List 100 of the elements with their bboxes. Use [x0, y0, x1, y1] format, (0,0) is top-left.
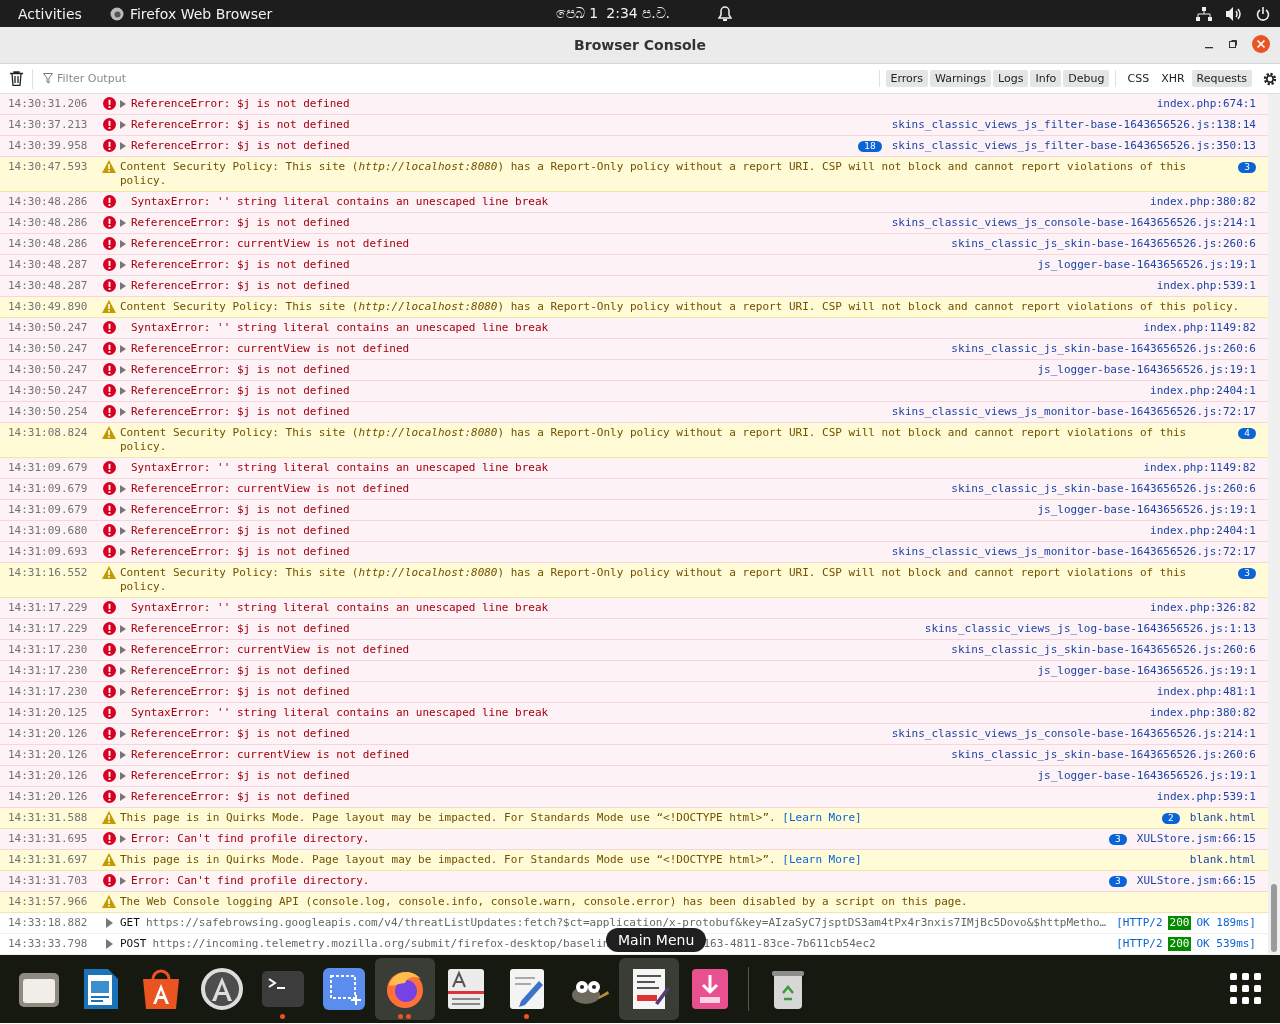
source-link[interactable]: js_logger-base-1643656526.js:19:1 [1037, 766, 1256, 786]
clock-date[interactable]: පෙබ 1 [555, 5, 599, 22]
expand-icon[interactable] [120, 506, 126, 514]
expand-icon[interactable] [120, 835, 126, 843]
source-link[interactable]: js_logger-base-1643656526.js:19:1 [1037, 500, 1256, 520]
source-link[interactable]: skins_classic_views_js_console-base-1643656526.js:214:1 [891, 213, 1256, 233]
volume-icon[interactable] [1226, 6, 1242, 21]
source-link[interactable]: skins_classic_js_skin-base-1643656526.js:260:6 [951, 745, 1256, 765]
source-link[interactable]: index.php:481:1 [1156, 682, 1256, 702]
repeat-count: 3 [1238, 161, 1256, 173]
expand-icon[interactable] [120, 730, 126, 738]
expand-icon[interactable] [105, 939, 113, 949]
filter-button[interactable]: Logs [993, 70, 1029, 87]
expand-icon[interactable] [120, 751, 126, 759]
source-link[interactable]: skins_classic_views_js_console-base-1643656526.js:214:1 [891, 724, 1256, 744]
bell-icon [718, 6, 733, 21]
network-icon[interactable] [1196, 6, 1212, 21]
source-link[interactable]: blank.html [1189, 850, 1256, 870]
expand-icon[interactable] [120, 282, 126, 290]
learn-more-link[interactable]: [Learn More] [782, 853, 862, 866]
expand-icon[interactable] [120, 485, 126, 493]
source-link[interactable]: index.php:2404:1 [1150, 521, 1256, 541]
request-url[interactable]: https://safebrowsing.googleapis.com/v4/threatListUpdates:fetch?$ct=application/x-protobuf&key=AIzaSyC7jsptDS3am4tPx4r3nxis7IMjBc5Dovo&$httpMetho… [145, 916, 1107, 929]
source-link[interactable]: index.php:2404:1 [1150, 381, 1256, 401]
trash-icon[interactable] [9, 71, 23, 86]
power-icon[interactable] [1256, 6, 1270, 21]
expand-icon[interactable] [120, 688, 126, 696]
source-link[interactable]: skins_classic_views_js_monitor-base-1643656526.js:72:17 [891, 542, 1256, 562]
source-link[interactable]: skins_classic_js_skin-base-1643656526.js:260:6 [951, 234, 1256, 254]
timestamp: 14:31:20.126 [7, 768, 89, 784]
timestamp: 14:33:18.882 [7, 915, 89, 931]
expand-icon[interactable] [120, 408, 126, 416]
expand-icon[interactable] [120, 646, 126, 654]
close-icon[interactable] [1252, 35, 1270, 53]
expand-icon[interactable] [120, 877, 126, 885]
source-link[interactable]: XULStore.jsm:66:15 [1136, 829, 1256, 849]
source-link[interactable]: index.php:539:1 [1156, 787, 1256, 807]
learn-more-link[interactable]: [Learn More] [782, 811, 862, 824]
filter-button[interactable]: Requests [1191, 70, 1252, 87]
source-link[interactable]: index.php:380:82 [1150, 192, 1256, 212]
expand-icon[interactable] [120, 772, 126, 780]
timestamp: 14:31:20.125 [7, 705, 89, 721]
expand-icon[interactable] [120, 387, 126, 395]
error-icon [102, 622, 116, 635]
source-link[interactable]: blank.html [1189, 808, 1256, 828]
repeat-count: 18 [858, 140, 882, 152]
source-link[interactable]: index.php:1149:82 [1143, 318, 1256, 338]
message-text: ReferenceError: $j is not defined [131, 278, 351, 294]
app-menu[interactable]: Firefox Web Browser [129, 5, 273, 22]
filter-button[interactable]: Info [1030, 70, 1062, 87]
expand-icon[interactable] [105, 918, 113, 928]
source-link[interactable]: skins_classic_js_skin-base-1643656526.js:260:6 [951, 479, 1256, 499]
source-link[interactable]: index.php:674:1 [1156, 94, 1256, 114]
filter-button[interactable]: XHR [1156, 70, 1190, 87]
expand-icon[interactable] [120, 219, 126, 227]
message-text: ReferenceError: $j is not defined [131, 404, 351, 420]
source-link[interactable]: skins_classic_views_js_filter-base-1643656526.js:138:14 [891, 115, 1256, 135]
expand-icon[interactable] [120, 142, 126, 150]
app-grid-icon[interactable] [1230, 973, 1262, 1005]
expand-icon[interactable] [120, 240, 126, 248]
expand-icon[interactable] [120, 345, 126, 353]
message-text: ReferenceError: $j is not defined [131, 768, 351, 784]
source-link[interactable]: js_logger-base-1643656526.js:19:1 [1037, 255, 1256, 275]
dock-item[interactable] [618, 958, 679, 1020]
source-link[interactable]: skins_classic_views_js_filter-base-1643656526.js:350:13 [891, 136, 1256, 156]
filter-button[interactable]: CSS [1122, 70, 1155, 87]
source-link[interactable]: skins_classic_js_skin-base-1643656526.js:260:6 [951, 640, 1256, 660]
filter-button[interactable]: Warnings [930, 70, 992, 87]
repeat-count: 4 [1238, 427, 1256, 439]
expand-icon[interactable] [120, 793, 126, 801]
repeat-count: 3 [1238, 567, 1256, 579]
settings-icon[interactable] [1262, 70, 1278, 87]
source-link[interactable]: js_logger-base-1643656526.js:19:1 [1037, 661, 1256, 681]
expand-icon[interactable] [120, 261, 126, 269]
expand-icon[interactable] [120, 527, 126, 535]
source-link[interactable]: index.php:326:82 [1150, 598, 1256, 618]
expand-icon[interactable] [120, 548, 126, 556]
source-link[interactable]: skins_classic_js_skin-base-1643656526.js:260:6 [951, 339, 1256, 359]
filter-button[interactable]: Debug [1063, 70, 1110, 87]
expand-icon[interactable] [120, 121, 126, 129]
source-link[interactable]: XULStore.jsm:66:15 [1136, 871, 1256, 891]
scrollbar[interactable] [1268, 94, 1280, 955]
clock-time[interactable]: 2:34 ප.ව. [606, 5, 671, 22]
source-link[interactable]: skins_classic_views_js_monitor-base-1643656526.js:72:17 [891, 402, 1256, 422]
maximize-icon[interactable] [1228, 39, 1238, 49]
activities-button[interactable]: Activities [18, 5, 82, 22]
filter-button[interactable]: Errors [885, 70, 929, 87]
message-text: ReferenceError: currentView is not defined [131, 481, 411, 497]
message-text: ReferenceError: $j is not defined [131, 684, 351, 700]
expand-icon[interactable] [120, 100, 126, 108]
expand-icon[interactable] [120, 366, 126, 374]
expand-icon[interactable] [120, 667, 126, 675]
source-link[interactable]: skins_classic_views_js_log-base-1643656526.js:1:13 [924, 619, 1256, 639]
source-link[interactable]: index.php:1149:82 [1143, 458, 1256, 478]
source-link[interactable]: index.php:539:1 [1156, 276, 1256, 296]
source-link[interactable]: index.php:380:82 [1150, 703, 1256, 723]
dock-item[interactable] [374, 958, 435, 1020]
source-link[interactable]: js_logger-base-1643656526.js:19:1 [1037, 360, 1256, 380]
message-text: The Web Console logging API (console.log, console.info, console.warn, console.error) has been disabled by a script on this page. [120, 895, 968, 908]
expand-icon[interactable] [120, 625, 126, 633]
